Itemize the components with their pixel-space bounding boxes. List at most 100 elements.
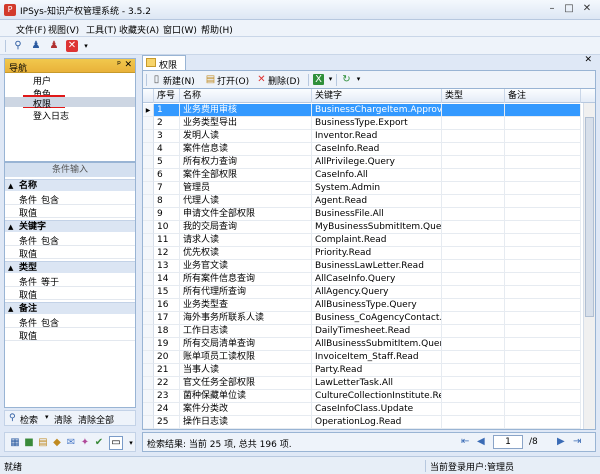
row-indicator[interactable] xyxy=(143,130,154,143)
table-cell[interactable] xyxy=(442,169,505,182)
menu-tools[interactable]: 工具(T) xyxy=(86,23,117,36)
table-row[interactable]: 5 所有权力查询 AllPrivilege.Query xyxy=(143,156,581,169)
row-indicator[interactable] xyxy=(143,156,154,169)
table-cell[interactable]: Agent.Read xyxy=(312,195,442,208)
table-cell[interactable]: 我的交局查询 xyxy=(180,221,312,234)
table-cell[interactable]: 海外事务所联系人读 xyxy=(180,312,312,325)
table-cell[interactable] xyxy=(505,117,581,130)
table-cell[interactable] xyxy=(505,221,581,234)
user-delete-icon[interactable]: ♟ xyxy=(48,40,60,52)
menu-favorites[interactable]: 收藏夹(A) xyxy=(119,23,159,36)
case-icon[interactable]: ▦ xyxy=(9,437,21,449)
first-page-icon[interactable]: ⇤ xyxy=(461,436,469,447)
table-cell[interactable] xyxy=(505,143,581,156)
table-cell[interactable]: 案件分类改 xyxy=(180,403,312,416)
table-row[interactable]: ▶1业务费用审核BusinessChargeItem.ApproveDate xyxy=(143,104,581,117)
table-cell[interactable]: 管理员 xyxy=(180,182,312,195)
table-row[interactable]: 15 所有代理所查询 AllAgency.Query xyxy=(143,286,581,299)
clear-button[interactable]: 清除 xyxy=(54,413,72,426)
menu-window[interactable]: 窗口(W) xyxy=(163,23,197,36)
vertical-scrollbar[interactable] xyxy=(583,103,595,429)
table-cell[interactable] xyxy=(505,286,581,299)
table-cell[interactable]: 优先权读 xyxy=(180,247,312,260)
group-keyword[interactable]: ▲ 关键字 xyxy=(5,220,135,232)
table-cell[interactable] xyxy=(505,195,581,208)
row-indicator[interactable] xyxy=(143,416,154,429)
table-cell[interactable] xyxy=(505,104,581,117)
table-cell[interactable]: 申请文件全部权限 xyxy=(180,208,312,221)
table-cell[interactable] xyxy=(505,182,581,195)
table-row[interactable]: 6 案件全部权限 CaseInfo.All xyxy=(143,169,581,182)
close-icon[interactable]: ✕ xyxy=(66,40,78,52)
close-icon[interactable]: ✕ xyxy=(584,55,592,65)
table-cell[interactable] xyxy=(442,130,505,143)
tab-permissions[interactable]: 权限 xyxy=(142,55,186,71)
table-row[interactable]: 14 所有案件信息查询 AllCaseInfo.Query xyxy=(143,273,581,286)
table-row[interactable]: 22 官文任务全部权限 LawLetterTask.All xyxy=(143,377,581,390)
table-cell[interactable] xyxy=(442,182,505,195)
table-cell[interactable] xyxy=(442,338,505,351)
table-cell[interactable]: CaseInfoClass.Update xyxy=(312,403,442,416)
table-row[interactable]: 4 案件信息读 CaseInfo.Read xyxy=(143,143,581,156)
table-cell[interactable] xyxy=(505,299,581,312)
table-row[interactable]: 16 业务类型查 AllBusinessType.Query xyxy=(143,299,581,312)
table-cell[interactable] xyxy=(442,260,505,273)
table-cell[interactable]: 11 xyxy=(154,234,180,247)
table-row[interactable]: 17海外事务所联系人读Business_CoAgencyContact.Read xyxy=(143,312,581,325)
table-cell[interactable] xyxy=(505,351,581,364)
table-cell[interactable] xyxy=(442,390,505,403)
table-cell[interactable]: 操作日志读 xyxy=(180,416,312,429)
table-cell[interactable]: OperationLog.Read xyxy=(312,416,442,429)
nav-item-users[interactable]: 用户 xyxy=(33,74,51,87)
column-header[interactable]: 备注 xyxy=(505,89,581,103)
user-config-icon[interactable]: ♟ xyxy=(30,40,42,52)
table-cell[interactable] xyxy=(505,325,581,338)
column-header[interactable]: 类型 xyxy=(442,89,505,103)
menu-file[interactable]: 文件(F) xyxy=(16,23,46,36)
condition-row[interactable]: 条件 包含 xyxy=(5,315,135,329)
table-cell[interactable] xyxy=(442,403,505,416)
row-indicator[interactable] xyxy=(143,182,154,195)
table-cell[interactable]: System.Admin xyxy=(312,182,442,195)
table-cell[interactable]: 5 xyxy=(154,156,180,169)
table-cell[interactable]: 17 xyxy=(154,312,180,325)
table-cell[interactable]: 所有交局清单查询 xyxy=(180,338,312,351)
table-cell[interactable] xyxy=(505,403,581,416)
table-cell[interactable]: 所有案件信息查询 xyxy=(180,273,312,286)
table-cell[interactable] xyxy=(442,351,505,364)
table-row[interactable]: 7 管理员 System.Admin xyxy=(143,182,581,195)
cube-icon[interactable]: ■ xyxy=(23,437,35,449)
table-cell[interactable]: MyBusinessSubmitItem.Query xyxy=(312,221,442,234)
row-indicator[interactable] xyxy=(143,221,154,234)
group-name[interactable]: ▲ 名称 xyxy=(5,179,135,191)
table-cell[interactable] xyxy=(442,117,505,130)
table-cell[interactable]: 24 xyxy=(154,403,180,416)
row-indicator[interactable] xyxy=(143,247,154,260)
table-cell[interactable] xyxy=(442,325,505,338)
table-row[interactable]: 8 代理人读 Agent.Read xyxy=(143,195,581,208)
chevron-down-icon[interactable]: ▾ xyxy=(80,40,92,52)
table-cell[interactable]: 所有代理所查询 xyxy=(180,286,312,299)
table-cell[interactable] xyxy=(505,377,581,390)
table-cell[interactable]: 工作日志读 xyxy=(180,325,312,338)
row-indicator[interactable] xyxy=(143,351,154,364)
chevron-down-icon[interactable]: ▾ xyxy=(45,413,49,421)
row-indicator[interactable] xyxy=(143,273,154,286)
column-header[interactable]: 关键字 xyxy=(312,89,442,103)
row-indicator[interactable] xyxy=(143,260,154,273)
nav-item-login-log[interactable]: 登入日志 xyxy=(33,109,69,122)
maximize-button[interactable]: □ xyxy=(562,2,576,16)
table-cell[interactable] xyxy=(442,299,505,312)
delete-button[interactable]: 删除(D) xyxy=(268,74,300,87)
table-cell[interactable]: 23 xyxy=(154,390,180,403)
table-cell[interactable]: BusinessLawLetter.Read xyxy=(312,260,442,273)
table-cell[interactable] xyxy=(505,390,581,403)
table-cell[interactable]: 官文任务全部权限 xyxy=(180,377,312,390)
table-cell[interactable]: AllAgency.Query xyxy=(312,286,442,299)
table-cell[interactable] xyxy=(442,416,505,429)
table-cell[interactable]: 案件信息读 xyxy=(180,143,312,156)
table-row[interactable]: 12 优先权读 Priority.Read xyxy=(143,247,581,260)
table-cell[interactable]: DailyTimesheet.Read xyxy=(312,325,442,338)
value-row[interactable]: 取值 xyxy=(5,246,135,260)
table-cell[interactable] xyxy=(505,364,581,377)
